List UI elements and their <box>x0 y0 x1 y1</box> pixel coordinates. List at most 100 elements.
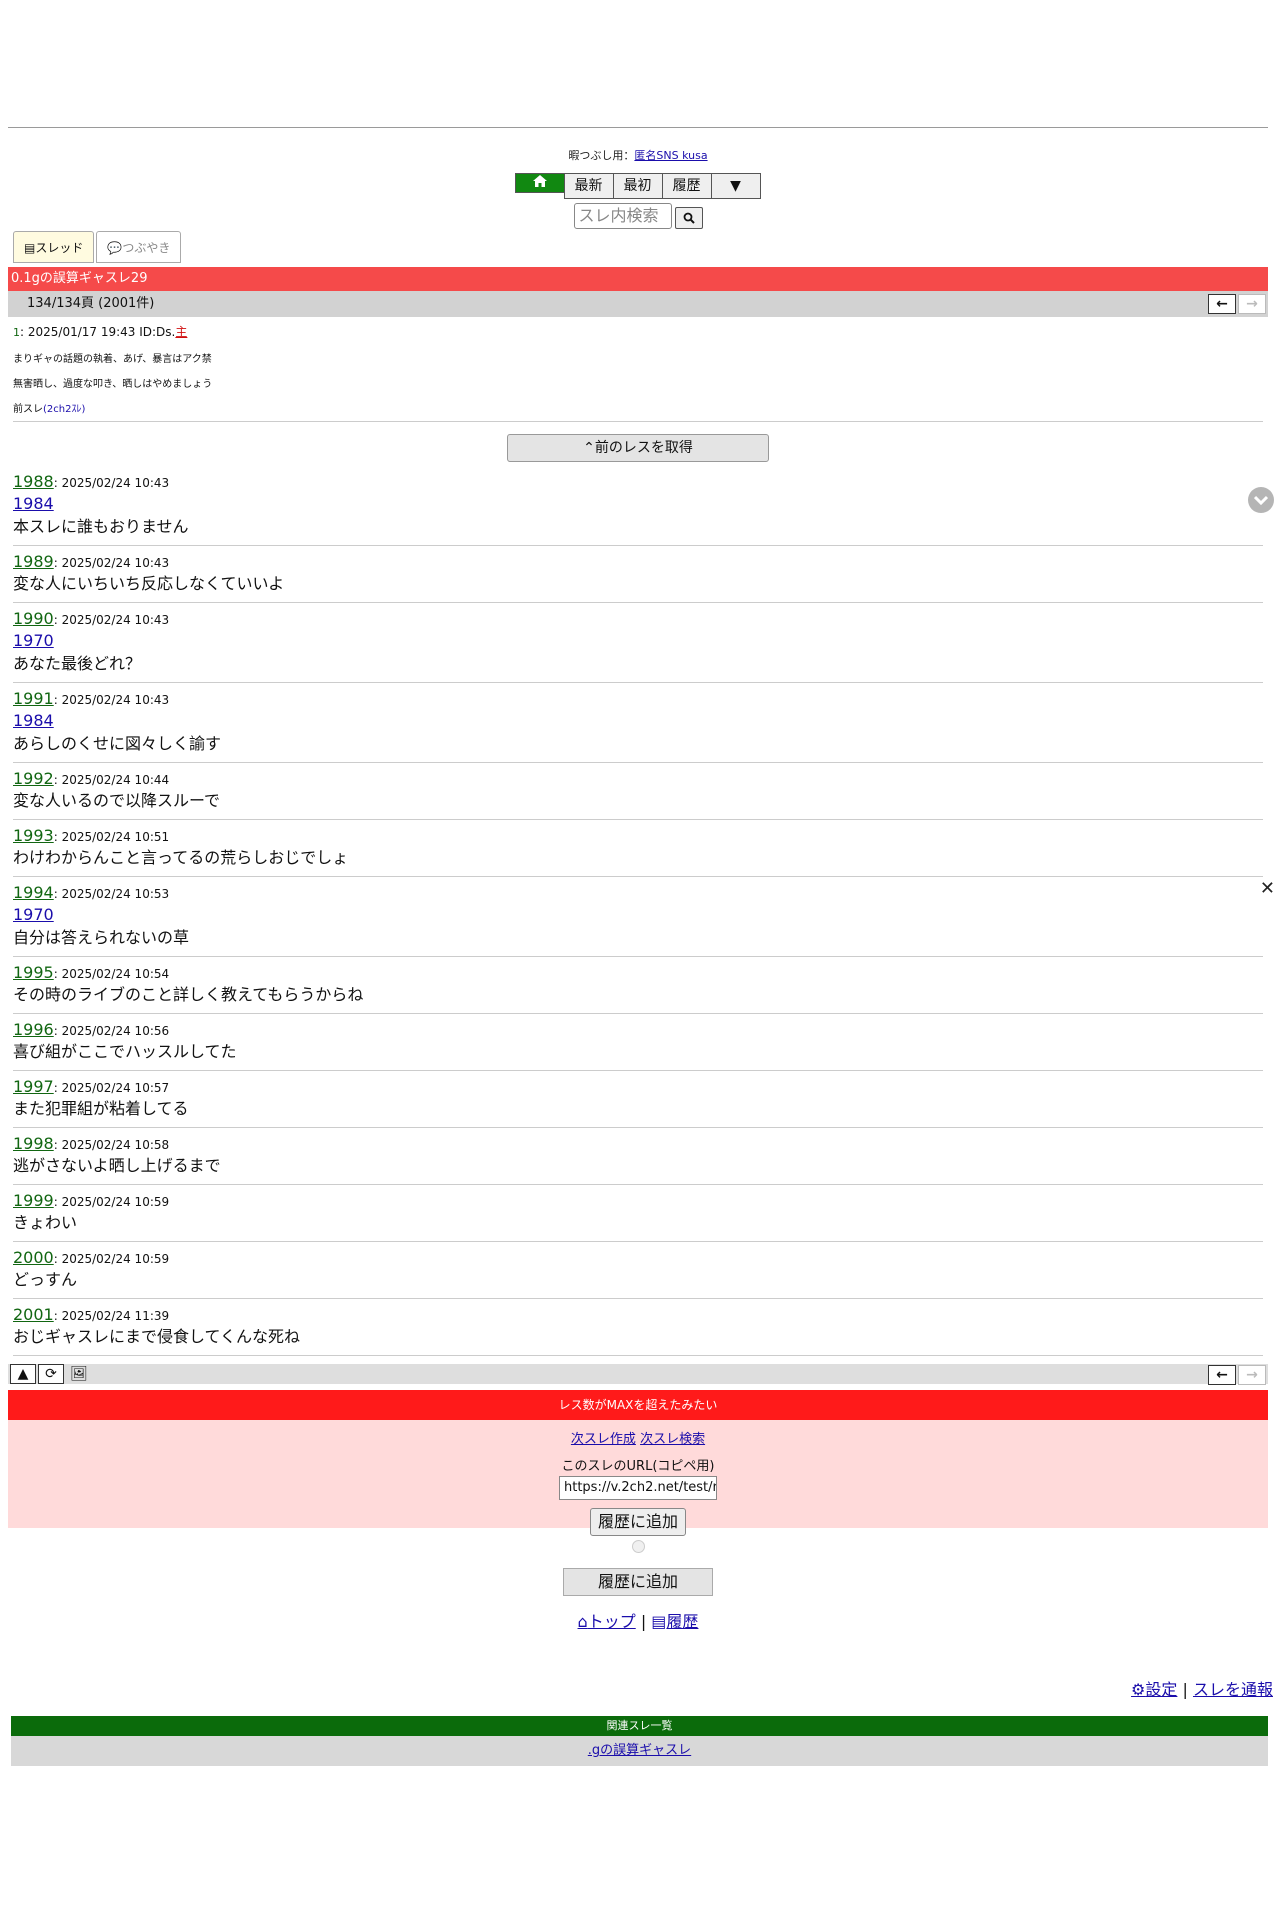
thread-search-input[interactable]: スレ内検索 <box>573 203 672 229</box>
post-date: : 2025/02/24 10:43 <box>53 476 170 490</box>
promo-link[interactable]: 匿名SNS kusa <box>634 149 707 162</box>
post-body: あらしのくせに図々しく諭す <box>13 734 222 753</box>
reply-anchor-link[interactable]: 1984 <box>13 492 1263 515</box>
images-button[interactable]: 🖼 <box>66 1364 92 1384</box>
post-number[interactable]: 1989 <box>13 552 54 571</box>
max-posts-panel: 次スレ作成 次スレ検索 このスレのURL(コピペ用) https://v.2ch… <box>8 1420 1268 1536</box>
tab-thread[interactable]: ▤スレッド <box>13 231 95 263</box>
post-number[interactable]: 2001 <box>13 1305 54 1324</box>
post-number[interactable]: 2000 <box>13 1248 54 1267</box>
post-item: 1994: 2025/02/24 10:53 1970 自分は答えられないの草 <box>13 877 1263 957</box>
settings-link[interactable]: ⚙設定 <box>1131 1680 1177 1699</box>
arrow-left-icon: ← <box>1216 1367 1228 1383</box>
post-item: 1997: 2025/02/24 10:57 また犯罪組が粘着してる <box>13 1071 1263 1128</box>
close-icon[interactable]: ✕ <box>1260 878 1275 899</box>
post-item: 2000: 2025/02/24 10:59 どっすん <box>13 1242 1263 1299</box>
report-thread-link[interactable]: スレを通報 <box>1193 1680 1273 1699</box>
post-header: 1989: 2025/02/24 10:43 <box>13 552 1263 572</box>
first-button[interactable]: 最初 <box>612 173 663 199</box>
create-next-thread-link[interactable]: 次スレ作成 <box>571 1432 636 1447</box>
owner-badge[interactable]: 主 <box>175 325 187 339</box>
history-button[interactable]: 履歴 <box>661 173 712 199</box>
post-header: 1998: 2025/02/24 10:58 <box>13 1134 1263 1154</box>
rule-line: まりギャの話題の執着、あげ、暴言はアク禁 <box>13 354 212 365</box>
rule-line: 無害晒し、過度な叩き、晒しはやめましょう <box>13 379 213 390</box>
next-page-button-bottom[interactable]: → <box>1238 1365 1266 1385</box>
footer-history-link[interactable]: ▤履歴 <box>651 1612 698 1631</box>
related-thread-item: .gの誤算ギャスレ <box>11 1736 1268 1766</box>
post-body: 自分は答えられないの草 <box>13 928 190 947</box>
gear-icon: ⚙ <box>1131 1680 1146 1699</box>
post-number[interactable]: 1988 <box>13 472 54 491</box>
post-number[interactable]: 1996 <box>13 1020 54 1039</box>
post-header: 1995: 2025/02/24 10:54 <box>13 963 1263 983</box>
post-header: 1992: 2025/02/24 10:44 <box>13 769 1263 789</box>
post-date: : 2025/02/24 10:59 <box>53 1252 170 1266</box>
post-item: 1989: 2025/02/24 10:43 変な人にいちいち反応しなくていいよ <box>13 546 1263 603</box>
post-body: どっすん <box>13 1270 78 1289</box>
page-counter: 134/134頁 (2001件) <box>27 296 155 311</box>
post-number[interactable]: 1997 <box>13 1077 54 1096</box>
post-number[interactable]: 1999 <box>13 1191 54 1210</box>
related-thread-link[interactable]: .gの誤算ギャスレ <box>588 1743 691 1758</box>
arrow-right-icon: → <box>1246 296 1258 312</box>
post-body: また犯罪組が粘着してる <box>13 1099 189 1118</box>
add-to-history-button-2[interactable]: 履歴に追加 <box>563 1568 713 1596</box>
radio-indicator[interactable] <box>631 1540 645 1553</box>
search-next-thread-link[interactable]: 次スレ検索 <box>640 1432 705 1447</box>
related-threads-header: 関連スレ一覧 <box>11 1716 1268 1736</box>
home-icon <box>532 175 547 187</box>
post-body: 逃がさないよ晒し上げるまで <box>13 1156 221 1175</box>
search-button[interactable] <box>674 207 703 229</box>
ad-space <box>8 0 1268 128</box>
reply-anchor-link[interactable]: 1970 <box>13 629 1263 652</box>
add-to-history-button[interactable]: 履歴に追加 <box>590 1508 686 1536</box>
post-item: 1998: 2025/02/24 10:58 逃がさないよ晒し上げるまで <box>13 1128 1263 1185</box>
book-icon: ▤ <box>651 1612 667 1631</box>
post-number[interactable]: 1995 <box>13 963 54 982</box>
more-menu-button[interactable]: ▼ <box>710 173 761 199</box>
post-header: 1988: 2025/02/24 10:43 <box>13 472 1263 492</box>
post-header: 1990: 2025/02/24 10:43 <box>13 609 1263 629</box>
home-icon: ⌂ <box>577 1612 588 1631</box>
post-number[interactable]: 1993 <box>13 826 54 845</box>
footer-top-link[interactable]: ⌂トップ <box>578 1612 636 1631</box>
prev-page-button-bottom[interactable]: ← <box>1208 1365 1236 1385</box>
post-number[interactable]: 1994 <box>13 883 54 902</box>
post-number[interactable]: 1991 <box>13 689 54 708</box>
first-post-header: 1: 2025/01/17 19:43 ID:Ds.主 <box>13 325 188 339</box>
prev-thread-link[interactable]: (2ch2ｽﾚ) <box>43 404 85 415</box>
post-number[interactable]: 1998 <box>13 1134 54 1153</box>
home-button[interactable] <box>514 173 565 193</box>
thread-search: スレ内検索 <box>0 203 1276 229</box>
refresh-button[interactable]: ⟳ <box>38 1364 64 1384</box>
list-icon: ▤ <box>24 241 36 255</box>
nav-bar: 最新 最初 履歴 ▼ <box>0 173 1276 199</box>
tab-tweet[interactable]: 💬つぶやき <box>96 231 182 263</box>
thread-title: 0.1gの誤算ギャスレ29 <box>8 267 1268 291</box>
footer-nav: ⌂トップ | ▤履歴 <box>577 1612 699 1631</box>
first-post-number[interactable]: 1 <box>13 326 20 339</box>
reply-anchor-link[interactable]: 1984 <box>13 709 1263 732</box>
settings-line: ⚙設定 | スレを通報 <box>1131 1680 1273 1699</box>
reply-anchor-link[interactable]: 1970 <box>13 903 1263 926</box>
search-icon <box>683 212 695 224</box>
comments-icon: 💬 <box>107 241 123 255</box>
post-item: 1999: 2025/02/24 10:59 きょわい <box>13 1185 1263 1242</box>
post-header: 1996: 2025/02/24 10:56 <box>13 1020 1263 1040</box>
load-previous-button[interactable]: ⌃前のレスを取得 <box>507 434 769 462</box>
post-item: 1988: 2025/02/24 10:43 1984 本スレに誰もおりません <box>13 466 1263 546</box>
post-header: 1997: 2025/02/24 10:57 <box>13 1077 1263 1097</box>
post-date: : 2025/02/24 10:53 <box>53 887 170 901</box>
scroll-down-button[interactable] <box>1248 487 1274 513</box>
next-page-button[interactable]: → <box>1238 294 1266 314</box>
thread-url-field[interactable]: https://v.2ch2.net/test/r <box>559 1476 717 1500</box>
prev-page-button[interactable]: ← <box>1208 294 1236 314</box>
post-number[interactable]: 1992 <box>13 769 54 788</box>
post-number[interactable]: 1990 <box>13 609 54 628</box>
latest-button[interactable]: 最新 <box>563 173 614 199</box>
post-body: 変な人いるので以降スルーで <box>13 791 221 810</box>
scroll-top-button[interactable]: ▲ <box>10 1364 36 1384</box>
page-bar: 134/134頁 (2001件) ← → <box>8 291 1268 317</box>
next-thread-links: 次スレ作成 次スレ検索 <box>8 1428 1268 1447</box>
